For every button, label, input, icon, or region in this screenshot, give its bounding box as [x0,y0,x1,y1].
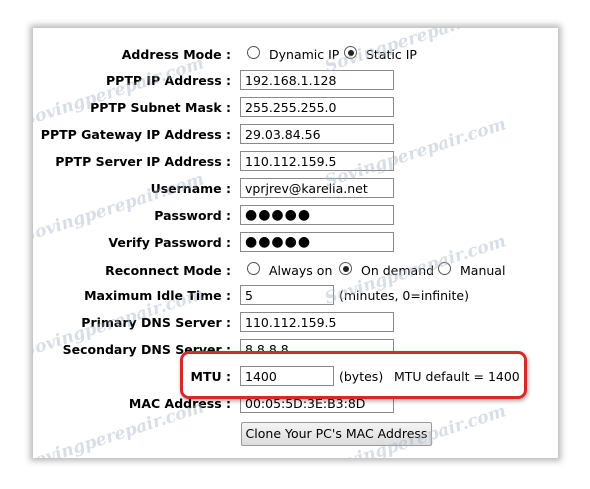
pptp-gateway-input[interactable]: 29.03.84.56 [240,124,394,144]
primary-dns-row: Primary DNS Server : 110.112.159.5 [33,312,558,334]
verify-password-input[interactable]: ●●●●● [240,232,394,252]
on-demand-radio[interactable] [339,262,352,275]
primary-dns-input[interactable]: 110.112.159.5 [240,312,394,332]
manual-label: Manual [460,263,506,278]
password-input[interactable]: ●●●●● [240,205,394,225]
pptp-server-input[interactable]: 110.112.159.5 [240,151,394,171]
pptp-ip-input[interactable]: 192.168.1.128 [240,70,394,90]
address-mode-label: Address Mode : [121,47,231,62]
pptp-gateway-label: PPTP Gateway IP Address : [40,127,231,142]
verify-password-row: Verify Password : ●●●●● [33,232,558,254]
pptp-settings-panel: Address Mode : Dynamic IP Static IP PPTP… [33,28,558,458]
username-input[interactable]: vprjrev@karelia.net [240,178,394,198]
on-demand-label: On demand [361,263,435,278]
mtu-default-note: MTU default = 1400 [394,369,520,384]
always-on-radio[interactable] [247,262,260,275]
mtu-suffix: (bytes) [339,369,384,384]
primary-dns-label: Primary DNS Server : [81,315,231,330]
username-row: Username : vprjrev@karelia.net [33,178,558,200]
always-on-label: Always on [269,263,333,278]
pptp-mask-label: PPTP Subnet Mask : [90,100,231,115]
pptp-mask-row: PPTP Subnet Mask : 255.255.255.0 [33,97,558,119]
clone-mac-button[interactable]: Clone Your PC's MAC Address [241,422,432,446]
verify-password-label: Verify Password : [108,235,231,250]
password-row: Password : ●●●●● [33,205,558,227]
pptp-gateway-row: PPTP Gateway IP Address : 29.03.84.56 [33,124,558,146]
address-mode-row: Address Mode : Dynamic IP Static IP [33,44,558,66]
dynamic-ip-label: Dynamic IP [269,47,340,62]
dynamic-ip-radio[interactable] [247,46,260,59]
reconnect-mode-label: Reconnect Mode : [105,263,231,278]
max-idle-row: Maximum Idle Time : 5 (minutes, 0=infini… [33,285,558,307]
static-ip-radio[interactable] [344,46,357,59]
pptp-mask-input[interactable]: 255.255.255.0 [240,97,394,117]
pptp-ip-label: PPTP IP Address : [106,73,231,88]
pptp-server-row: PPTP Server IP Address : 110.112.159.5 [33,151,558,173]
pptp-ip-row: PPTP IP Address : 192.168.1.128 [33,70,558,92]
mtu-row: MTU : 1400 (bytes) MTU default = 1400 [33,366,558,388]
max-idle-suffix: (minutes, 0=infinite) [339,288,469,303]
username-label: Username : [150,181,231,196]
pptp-server-label: PPTP Server IP Address : [55,154,231,169]
reconnect-mode-row: Reconnect Mode : Always on On demand Man… [33,260,558,282]
mtu-input[interactable]: 1400 [240,366,334,386]
max-idle-label: Maximum Idle Time : [84,288,231,303]
mtu-label: MTU : [190,369,231,384]
max-idle-input[interactable]: 5 [240,285,334,305]
static-ip-label: Static IP [366,47,417,62]
manual-radio[interactable] [438,262,451,275]
password-label: Password : [154,208,231,223]
